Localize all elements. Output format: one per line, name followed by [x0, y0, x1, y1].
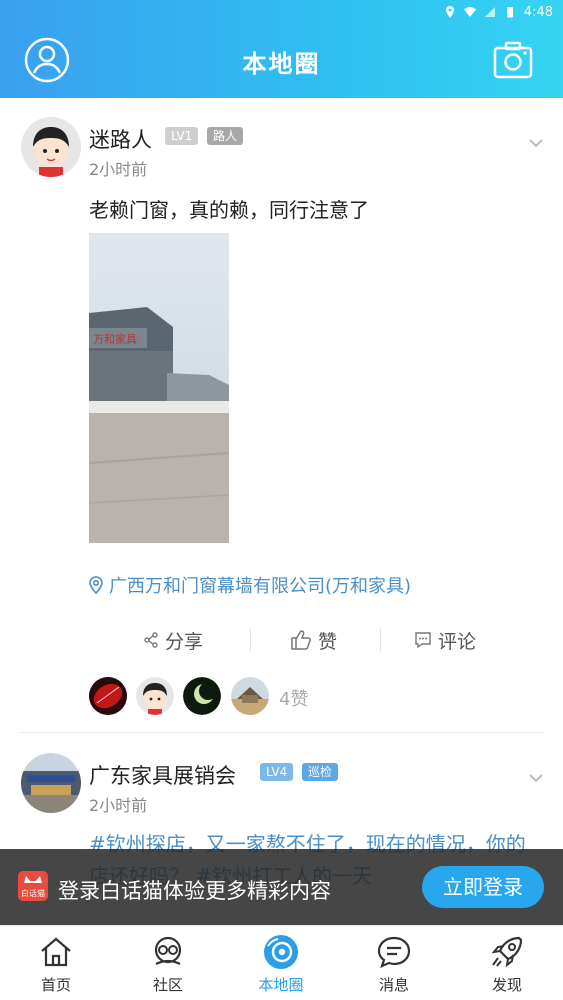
message-icon — [377, 936, 411, 968]
location-pin-icon — [89, 576, 103, 594]
comment-label: 评论 — [438, 630, 477, 653]
post-actions: 分享 赞 评论 — [0, 620, 563, 660]
tab-label: 消息 — [378, 976, 409, 994]
share-icon — [144, 632, 158, 648]
rocket-icon — [491, 936, 523, 968]
thumbs-up-icon — [291, 630, 311, 650]
like-button[interactable]: 赞 — [290, 620, 337, 660]
tab-label: 本地圈 — [258, 976, 304, 994]
avatar[interactable] — [21, 753, 81, 813]
post-divider — [20, 732, 543, 733]
tab-local-circle[interactable]: 本地圈 — [225, 926, 337, 1000]
tab-community[interactable]: 社区 — [112, 926, 224, 1000]
signal-icon — [484, 7, 495, 17]
role-badge: 巡检 — [302, 763, 339, 781]
login-button[interactable]: 立即登录 — [422, 866, 544, 908]
tab-messages[interactable]: 消息 — [338, 926, 450, 1000]
username[interactable]: 广东家具展销会 — [89, 760, 236, 790]
like-count: 4赞 — [279, 689, 309, 710]
like-label: 赞 — [318, 630, 338, 653]
local-circle-icon — [264, 935, 298, 969]
tab-label: 社区 — [152, 976, 183, 994]
page-title: 本地圈 — [242, 50, 321, 78]
comment-icon — [415, 632, 431, 649]
home-icon — [41, 937, 71, 967]
wifi-icon — [463, 7, 476, 17]
action-separator — [250, 628, 251, 652]
status-bar: 4:48 — [444, 0, 563, 24]
post-time: 2小时前 — [89, 796, 148, 815]
svg-text:万和家具: 万和家具 — [93, 332, 137, 346]
tab-label: 首页 — [40, 976, 71, 994]
location-label: 广西万和门窗幕墙有限公司(万和家具) — [109, 576, 412, 597]
status-time: 4:48 — [523, 4, 553, 20]
comment-button[interactable]: 评论 — [414, 620, 476, 660]
login-prompt: 登录白话猫体验更多精彩内容 — [58, 879, 331, 903]
svg-text:白话猫: 白话猫 — [21, 888, 45, 898]
liker-avatar[interactable] — [136, 677, 174, 715]
community-icon — [154, 936, 182, 965]
avatar[interactable] — [21, 117, 81, 177]
location-status-icon — [445, 6, 454, 18]
tab-home[interactable]: 首页 — [0, 926, 112, 1000]
role-badge: 路人 — [207, 127, 244, 145]
username[interactable]: 迷路人 — [89, 124, 152, 154]
share-label: 分享 — [165, 630, 204, 653]
level-badge: LV1 — [165, 127, 199, 145]
liker-avatar[interactable] — [231, 677, 269, 715]
chevron-down-icon[interactable] — [528, 773, 544, 783]
level-badge: LV4 — [260, 763, 294, 781]
post-time: 2小时前 — [89, 160, 148, 179]
action-separator — [380, 628, 381, 652]
camera-icon[interactable] — [493, 41, 533, 79]
liker-avatar[interactable] — [183, 677, 221, 715]
post-location[interactable]: 广西万和门窗幕墙有限公司(万和家具) — [89, 572, 411, 598]
bottom-tab-bar: 首页 社区 本地圈 消息 发现 — [0, 925, 563, 1000]
tab-discover[interactable]: 发现 — [451, 926, 563, 1000]
share-button[interactable]: 分享 — [143, 620, 203, 660]
app-header: 4:48 本地圈 — [0, 0, 563, 98]
post-image[interactable]: 万和家具 — [89, 233, 229, 543]
battery-icon — [506, 7, 513, 18]
post-content: 老赖门窗，真的赖，同行注意了 — [89, 198, 369, 222]
liker-avatar[interactable] — [89, 677, 127, 715]
app-logo: 白话猫 — [18, 871, 48, 901]
chevron-down-icon[interactable] — [528, 138, 544, 148]
tab-label: 发现 — [491, 976, 522, 994]
